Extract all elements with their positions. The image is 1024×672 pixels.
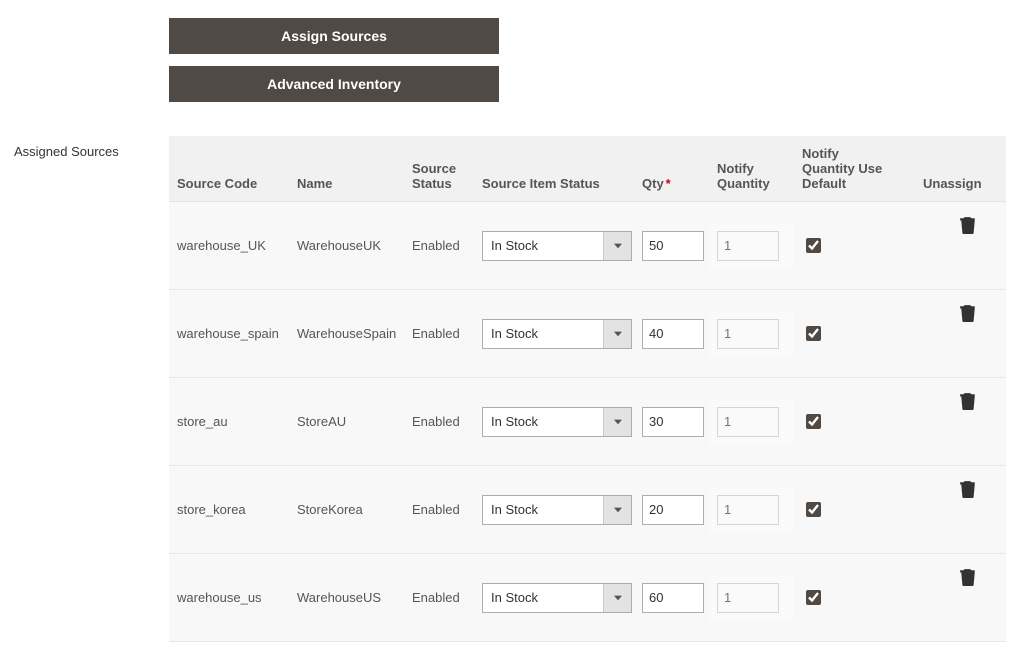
qty-input[interactable]: [642, 231, 704, 261]
trash-icon: [960, 398, 976, 413]
col-source-item-status: Source Item Status: [474, 176, 634, 191]
unassign-button[interactable]: [960, 480, 976, 501]
trash-icon: [960, 486, 976, 501]
advanced-inventory-button[interactable]: Advanced Inventory: [169, 66, 499, 102]
source-item-status-value: In Stock: [483, 584, 603, 612]
unassign-button[interactable]: [960, 392, 976, 413]
qty-input[interactable]: [642, 495, 704, 525]
cell-source-status: Enabled: [404, 582, 474, 613]
source-item-status-value: In Stock: [483, 232, 603, 260]
cell-source-code: warehouse_spain: [169, 318, 289, 349]
trash-icon: [960, 310, 976, 325]
table-row: warehouse_us WarehouseUS Enabled In Stoc…: [169, 554, 1006, 642]
table-row: store_korea StoreKorea Enabled In Stock: [169, 466, 1006, 554]
chevron-down-icon: [603, 584, 631, 612]
source-item-status-select[interactable]: In Stock: [482, 319, 632, 349]
col-notify-default: Notify Quantity Use Default: [794, 146, 899, 191]
required-marker: *: [666, 176, 671, 191]
notify-qty-input: [717, 407, 779, 437]
cell-source-status: Enabled: [404, 230, 474, 261]
chevron-down-icon: [603, 408, 631, 436]
unassign-button[interactable]: [960, 304, 976, 325]
col-notify-qty: Notify Quantity: [709, 161, 794, 191]
source-item-status-select[interactable]: In Stock: [482, 495, 632, 525]
section-title: Assigned Sources: [14, 136, 169, 159]
cell-source-status: Enabled: [404, 318, 474, 349]
notify-qty-input: [717, 319, 779, 349]
trash-icon: [960, 574, 976, 589]
cell-source-status: Enabled: [404, 406, 474, 437]
grid-header: Source Code Name Source Status Source It…: [169, 136, 1006, 202]
notify-qty-input: [717, 495, 779, 525]
source-item-status-value: In Stock: [483, 496, 603, 524]
notify-qty-use-default-checkbox[interactable]: [806, 238, 821, 253]
table-row: store_au StoreAU Enabled In Stock: [169, 378, 1006, 466]
cell-name: StoreAU: [289, 406, 404, 437]
qty-input[interactable]: [642, 407, 704, 437]
cell-name: WarehouseUS: [289, 582, 404, 613]
col-source-status: Source Status: [404, 161, 474, 191]
trash-icon: [960, 222, 976, 237]
notify-qty-input: [717, 231, 779, 261]
col-qty-label: Qty: [642, 176, 664, 191]
chevron-down-icon: [603, 496, 631, 524]
notify-qty-use-default-checkbox[interactable]: [806, 590, 821, 605]
unassign-button[interactable]: [960, 568, 976, 589]
qty-input[interactable]: [642, 319, 704, 349]
chevron-down-icon: [603, 232, 631, 260]
col-unassign: Unassign: [899, 176, 1006, 191]
source-item-status-value: In Stock: [483, 320, 603, 348]
notify-qty-use-default-checkbox[interactable]: [806, 414, 821, 429]
notify-qty-use-default-checkbox[interactable]: [806, 502, 821, 517]
cell-source-code: store_au: [169, 406, 289, 437]
cell-source-status: Enabled: [404, 494, 474, 525]
cell-name: WarehouseUK: [289, 230, 404, 261]
col-source-code: Source Code: [169, 176, 289, 191]
source-item-status-select[interactable]: In Stock: [482, 583, 632, 613]
table-row: warehouse_UK WarehouseUK Enabled In Stoc…: [169, 202, 1006, 290]
col-qty: Qty*: [634, 176, 709, 191]
unassign-button[interactable]: [960, 216, 976, 237]
source-item-status-value: In Stock: [483, 408, 603, 436]
cell-name: StoreKorea: [289, 494, 404, 525]
col-name: Name: [289, 176, 404, 191]
cell-source-code: store_korea: [169, 494, 289, 525]
qty-input[interactable]: [642, 583, 704, 613]
notify-qty-use-default-checkbox[interactable]: [806, 326, 821, 341]
table-row: warehouse_spain WarehouseSpain Enabled I…: [169, 290, 1006, 378]
assign-sources-button[interactable]: Assign Sources: [169, 18, 499, 54]
assigned-sources-grid: Source Code Name Source Status Source It…: [169, 136, 1006, 642]
cell-source-code: warehouse_us: [169, 582, 289, 613]
cell-name: WarehouseSpain: [289, 318, 404, 349]
notify-qty-input: [717, 583, 779, 613]
source-item-status-select[interactable]: In Stock: [482, 407, 632, 437]
source-item-status-select[interactable]: In Stock: [482, 231, 632, 261]
cell-source-code: warehouse_UK: [169, 230, 289, 261]
chevron-down-icon: [603, 320, 631, 348]
